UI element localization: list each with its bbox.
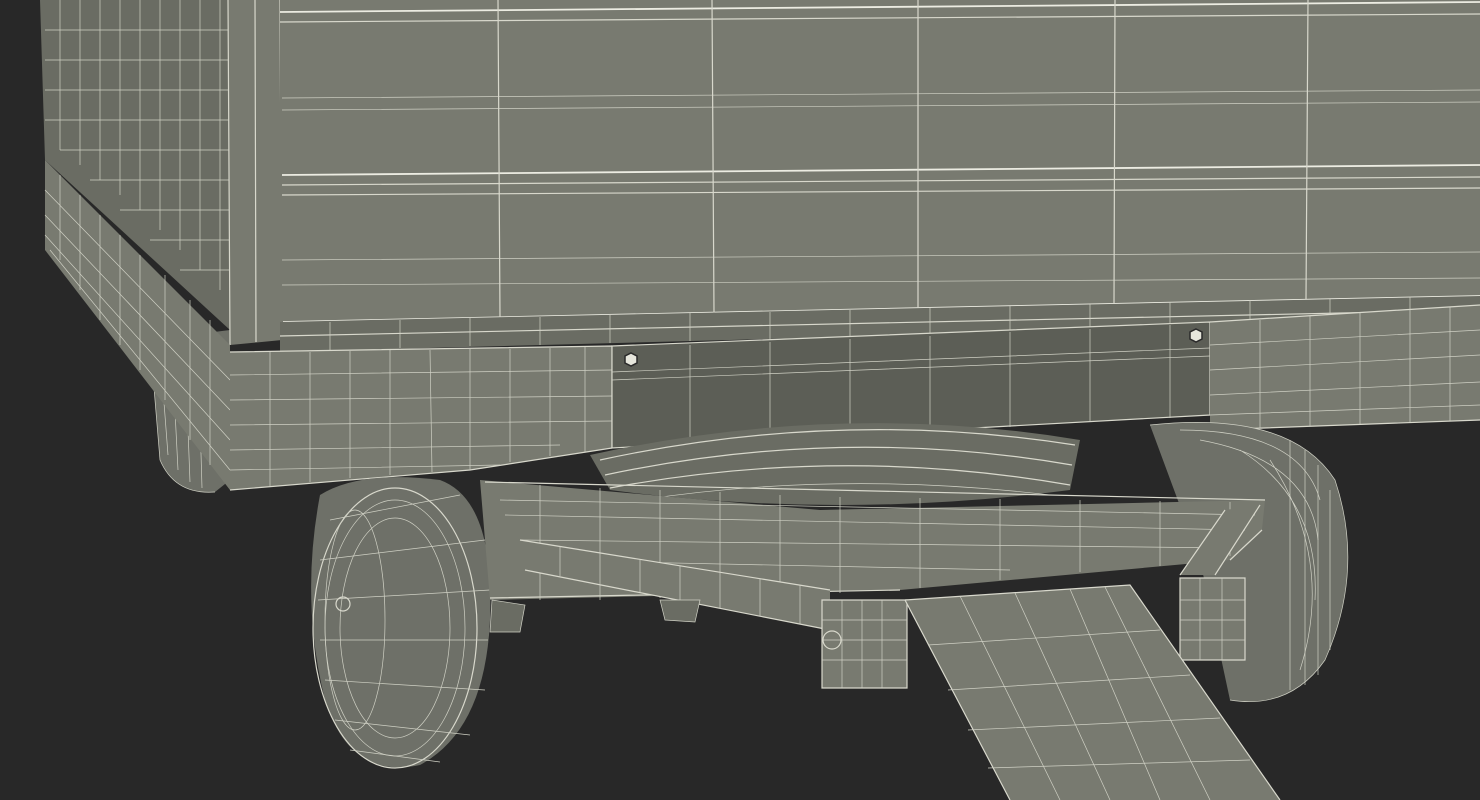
trailer-wireframe-render — [40, 0, 1480, 800]
bolt-left — [624, 352, 638, 367]
left-front-wheel — [311, 477, 491, 769]
bolt-right — [1189, 328, 1203, 343]
render-viewport — [0, 0, 1480, 800]
container-body — [40, 0, 1480, 352]
